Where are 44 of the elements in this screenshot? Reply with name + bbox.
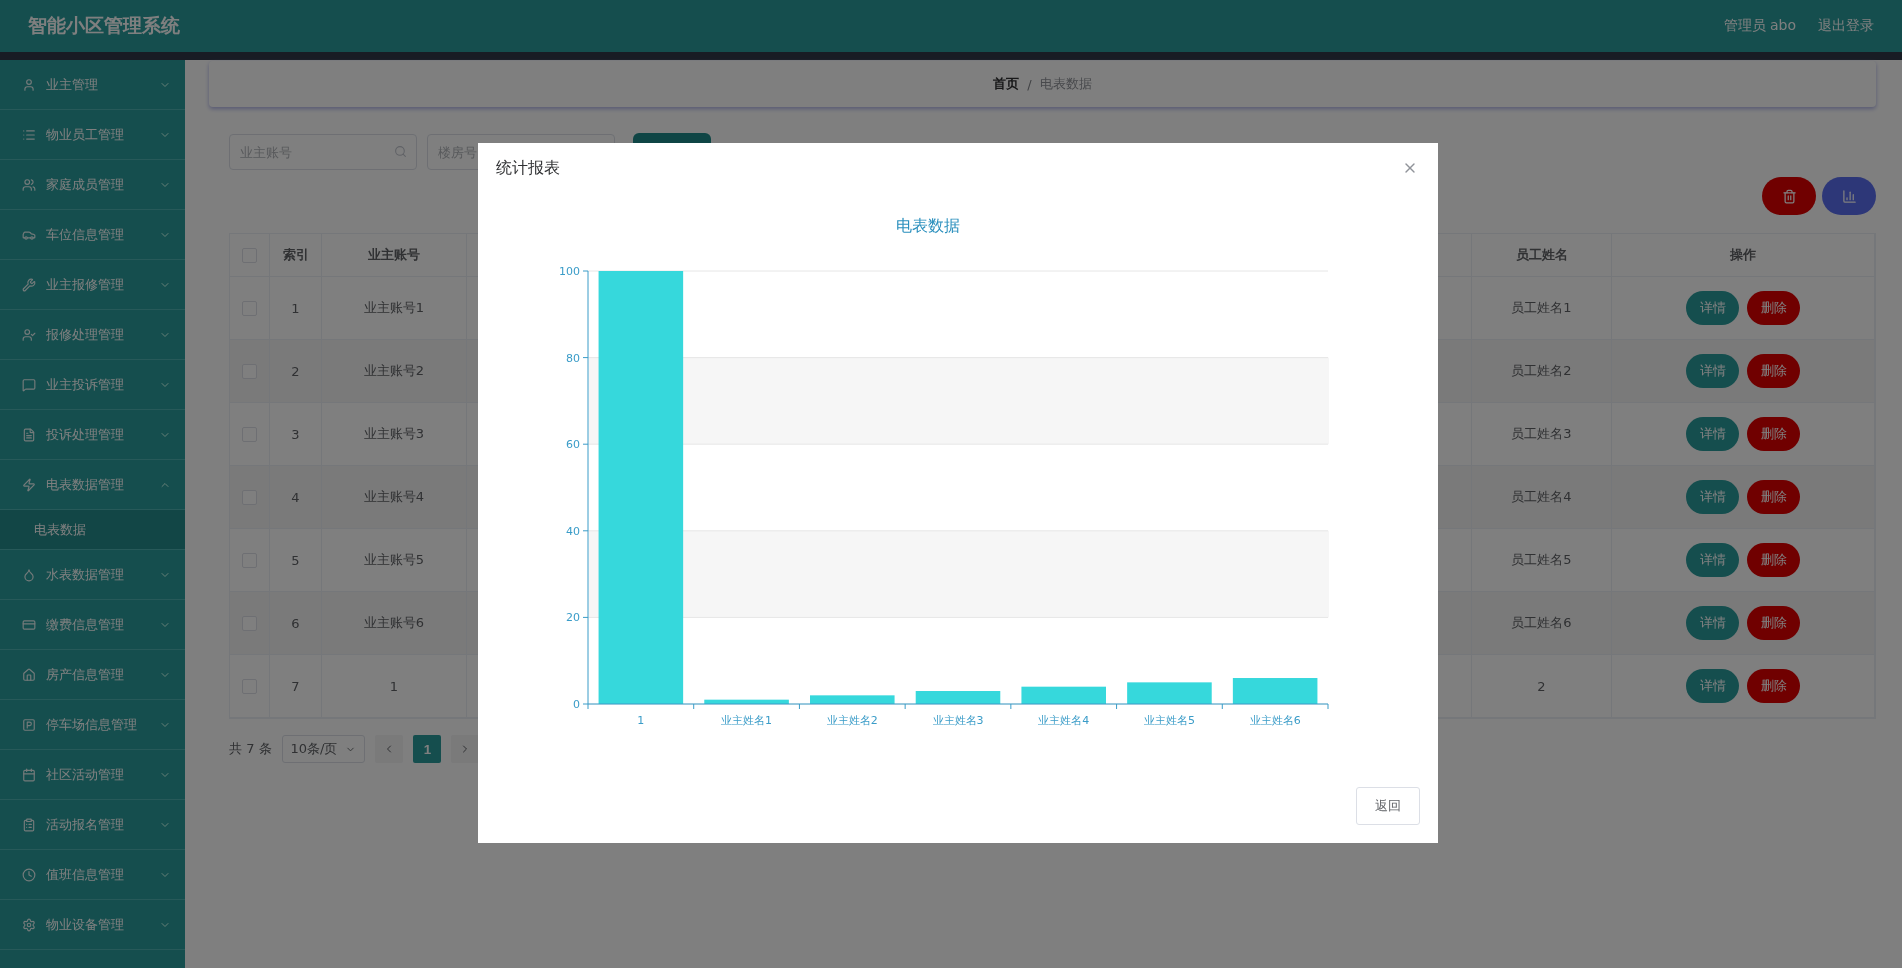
table-cell: 业主账号1 — [322, 277, 467, 339]
axis-category-label: 业主姓名5 — [1143, 714, 1195, 727]
table-cell: 5 — [270, 529, 322, 591]
table-cell: 2 — [1472, 655, 1612, 717]
axis-tick-label: 80 — [566, 351, 580, 365]
table-cell: 员工姓名4 — [1472, 466, 1612, 528]
breadcrumb-separator: / — [1027, 76, 1032, 92]
axis-category-label: 业主姓名1 — [721, 714, 773, 727]
table-cell: 3 — [270, 403, 322, 465]
axis-tick-label: 100 — [559, 265, 580, 278]
axis-category-label: 1 — [637, 714, 645, 727]
table-cell: 1 — [270, 277, 322, 339]
axis-category-label: 业主姓名3 — [932, 714, 984, 727]
table-cell: 4 — [270, 466, 322, 528]
table-cell: 员工姓名1 — [1472, 277, 1612, 339]
table-cell: 员工姓名6 — [1472, 592, 1612, 654]
total-count: 共 7 条 — [229, 740, 272, 758]
column-header: 索引 — [270, 234, 322, 276]
dialog-title: 统计报表 — [496, 157, 560, 179]
axis-category-label: 业主姓名6 — [1249, 714, 1301, 727]
table-cell: 业主账号3 — [322, 403, 467, 465]
table-cell: 业主账号2 — [322, 340, 467, 402]
table-cell: 业主账号5 — [322, 529, 467, 591]
user-name: 管理员 abo — [1723, 17, 1796, 35]
table-cell: 员工姓名3 — [1472, 403, 1612, 465]
table-cell: 7 — [270, 655, 322, 717]
axis-tick-label: 60 — [566, 438, 580, 452]
table-cell: 员工姓名5 — [1472, 529, 1612, 591]
axis-tick-label: 20 — [566, 611, 580, 625]
column-header: 操作 — [1612, 234, 1875, 276]
table-cell: 业主账号4 — [322, 466, 467, 528]
column-header: 业主账号 — [322, 234, 467, 276]
table-cell: 2 — [270, 340, 322, 402]
table-cell: 员工姓名2 — [1472, 340, 1612, 402]
table-cell: 1 — [322, 655, 467, 717]
axis-tick-label: 40 — [566, 524, 580, 538]
chart-title: 电表数据 — [896, 216, 960, 235]
axis-tick-label: 0 — [573, 698, 580, 711]
table-cell: 业主账号6 — [322, 592, 467, 654]
table-cell: 6 — [270, 592, 322, 654]
axis-category-label: 业主姓名2 — [826, 714, 878, 727]
app-title: 智能小区管理系统 — [28, 13, 180, 38]
axis-category-label: 业主姓名4 — [1038, 714, 1090, 727]
column-header: 员工姓名 — [1472, 234, 1612, 276]
